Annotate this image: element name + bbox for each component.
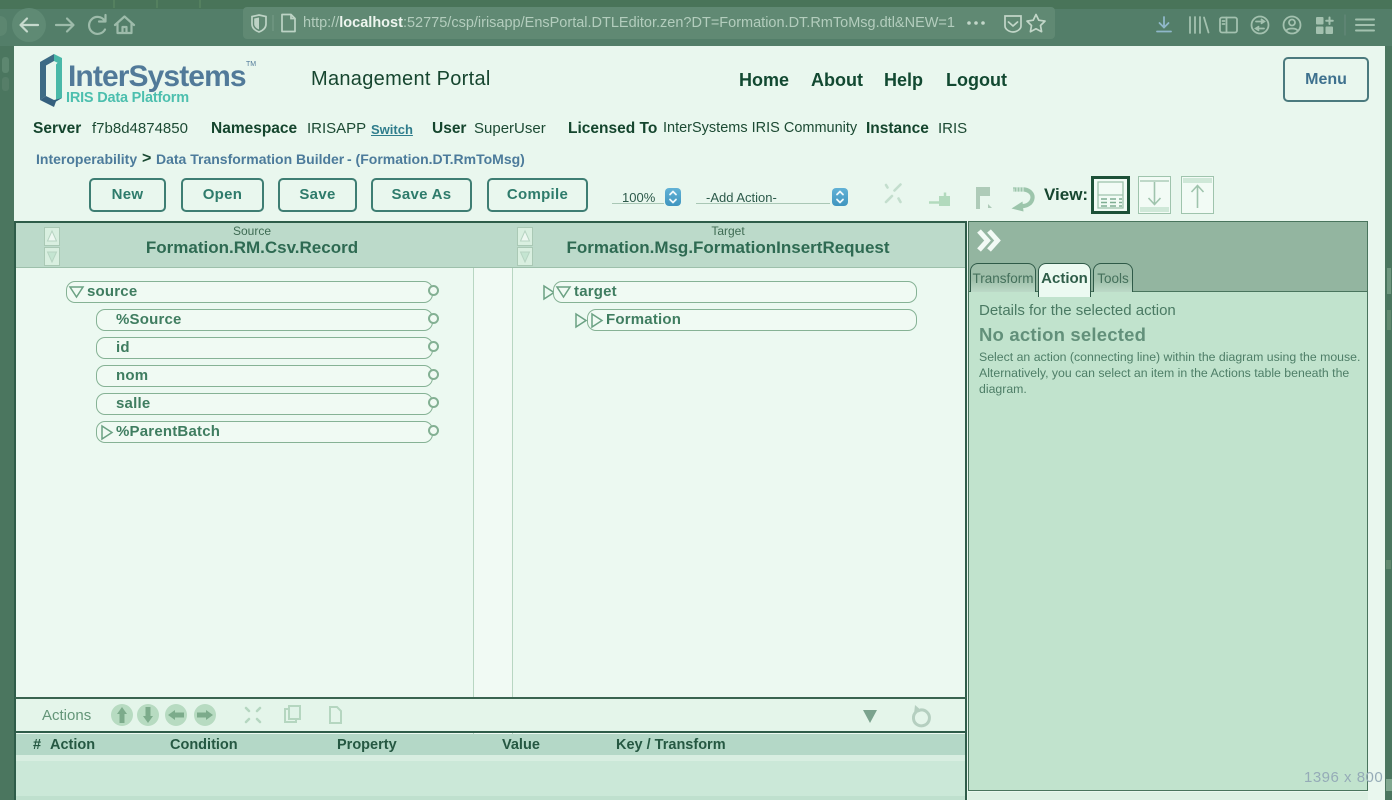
- svg-text:IRIS Data Platform: IRIS Data Platform: [66, 90, 189, 106]
- svg-text:InterSystems: InterSystems: [68, 60, 246, 93]
- svg-text:TM: TM: [246, 61, 256, 68]
